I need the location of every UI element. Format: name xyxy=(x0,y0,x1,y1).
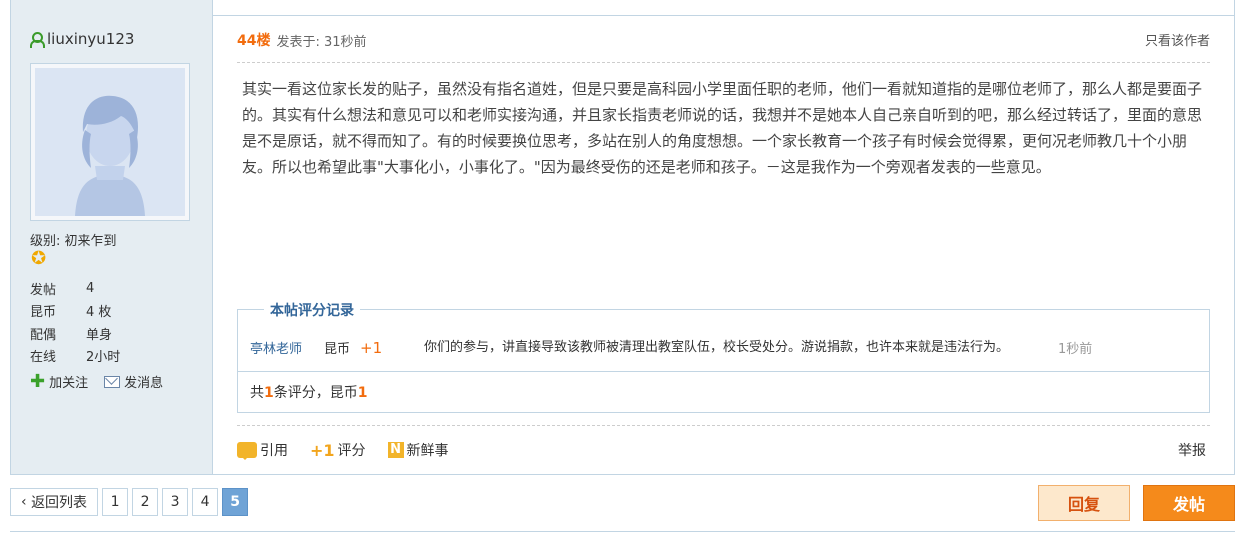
rating-summary-total: 1 xyxy=(357,385,368,401)
back-to-list-button[interactable]: ‹ 返回列表 xyxy=(10,488,99,516)
rating-summary-prefix: 共 xyxy=(250,385,264,401)
rating-entry: 亭林老师 昆币 +1 你们的参与，讲直接导致该教师被清理出教室队伍，校长受处分。… xyxy=(238,324,1209,372)
post-meta: 44楼 发表于: 31秒前 xyxy=(237,30,367,50)
rating-box: 本帖评分记录 亭林老师 昆币 +1 你们的参与，讲直接导致该教师被清理出教室队伍… xyxy=(237,300,1210,413)
plus-one-icon: +1 xyxy=(310,440,335,460)
quote-icon xyxy=(237,442,257,460)
new-post-button[interactable]: 发帖 xyxy=(1143,485,1235,521)
page-link[interactable]: 3 xyxy=(162,488,189,516)
stat-label: 配偶 xyxy=(30,327,57,343)
page-link[interactable]: 4 xyxy=(192,488,219,516)
rating-summary-count: 1 xyxy=(264,385,274,401)
author-sidebar: liuxinyu123 级别: 初来乍到 ✪ 发帖 4 昆币 4 枚 配偶 单身… xyxy=(11,0,213,474)
send-message-label: 发消息 xyxy=(124,376,164,391)
page-link[interactable]: 1 xyxy=(102,488,129,516)
stat-label: 发帖 xyxy=(30,282,57,298)
rate-label: 评分 xyxy=(337,443,366,459)
fresh-news-button[interactable]: N 新鲜事 xyxy=(387,440,449,460)
stat-label: 昆币 xyxy=(30,305,57,321)
stat-label: 在线 xyxy=(30,350,57,366)
post-content: 其实一看这位家长发的贴子，虽然没有指名道姓，但是只要是高科园小学里面任职的老师，… xyxy=(242,80,1203,176)
stat-value[interactable]: 4 xyxy=(86,281,94,296)
post-actions: 引用 +1 评分 N 新鲜事 xyxy=(237,440,1210,460)
follow-label: 加关注 xyxy=(49,376,89,391)
chevron-left-icon: ‹ xyxy=(21,494,32,510)
rating-reason: 你们的参与，讲直接导致该教师被清理出教室队伍，校长受处分。游说捐款，也许本来就是… xyxy=(424,339,1010,355)
stat-row: 在线 2小时 xyxy=(30,345,200,368)
reply-button[interactable]: 回复 xyxy=(1038,485,1130,521)
current-page: 5 xyxy=(222,488,249,516)
rating-summary: 共1条评分，昆币1 xyxy=(250,382,368,402)
stat-row: 发帖 4 xyxy=(30,277,200,300)
author-level: 级别: 初来乍到 xyxy=(30,234,117,249)
floor-number[interactable]: 44楼 xyxy=(237,30,270,50)
user-online-icon xyxy=(29,31,45,48)
pagination: ‹ 返回列表 1 2 3 4 5 xyxy=(10,488,249,516)
stat-row: 昆币 4 枚 xyxy=(30,300,200,323)
rater-name[interactable]: 亭林老师 xyxy=(238,338,324,357)
author-name[interactable]: liuxinyu123 xyxy=(47,30,134,48)
stat-value: 单身 xyxy=(86,327,113,343)
post-time: 发表于: 31秒前 xyxy=(276,34,367,50)
rating-value: +1 xyxy=(360,338,383,357)
stat-value: 4 枚 xyxy=(86,305,112,321)
default-avatar-icon xyxy=(35,68,185,216)
stat-value: 2小时 xyxy=(86,350,121,366)
rate-button[interactable]: +1 评分 xyxy=(310,440,366,460)
star-icon: ✪ xyxy=(31,248,47,269)
footer-divider xyxy=(237,425,1210,426)
report-button[interactable]: 举报 xyxy=(1178,440,1206,460)
only-author-link[interactable]: 只看该作者 xyxy=(1145,30,1210,49)
back-to-list-label: 返回列表 xyxy=(31,495,88,511)
bottom-divider xyxy=(10,531,1235,532)
author-actions: ✚ 加关注 发消息 xyxy=(30,372,163,391)
fresh-news-label: 新鲜事 xyxy=(406,443,449,459)
rating-unit: 昆币 xyxy=(324,342,351,357)
author-name-row[interactable]: liuxinyu123 xyxy=(29,30,134,48)
avatar[interactable] xyxy=(30,63,190,221)
stat-row: 配偶 单身 xyxy=(30,322,200,345)
n-badge-icon: N xyxy=(387,442,404,458)
top-divider xyxy=(213,0,1234,16)
follow-button[interactable]: ✚ 加关注 xyxy=(30,372,88,391)
rating-title: 本帖评分记录 xyxy=(264,300,360,320)
meta-divider xyxy=(237,62,1210,63)
quote-button[interactable]: 引用 xyxy=(237,440,288,460)
quote-label: 引用 xyxy=(260,443,288,459)
send-message-button[interactable]: 发消息 xyxy=(104,372,163,391)
avatar-image xyxy=(35,68,185,216)
rating-time: 1秒前 xyxy=(1058,342,1093,357)
page-link[interactable]: 2 xyxy=(132,488,159,516)
rating-summary-mid: 条评分，昆币 xyxy=(273,385,358,401)
envelope-icon xyxy=(104,375,121,388)
author-stats: 发帖 4 昆币 4 枚 配偶 单身 在线 2小时 xyxy=(30,277,200,367)
post-container: liuxinyu123 级别: 初来乍到 ✪ 发帖 4 昆币 4 枚 配偶 单身… xyxy=(10,0,1235,475)
plus-icon: ✚ xyxy=(30,370,46,392)
